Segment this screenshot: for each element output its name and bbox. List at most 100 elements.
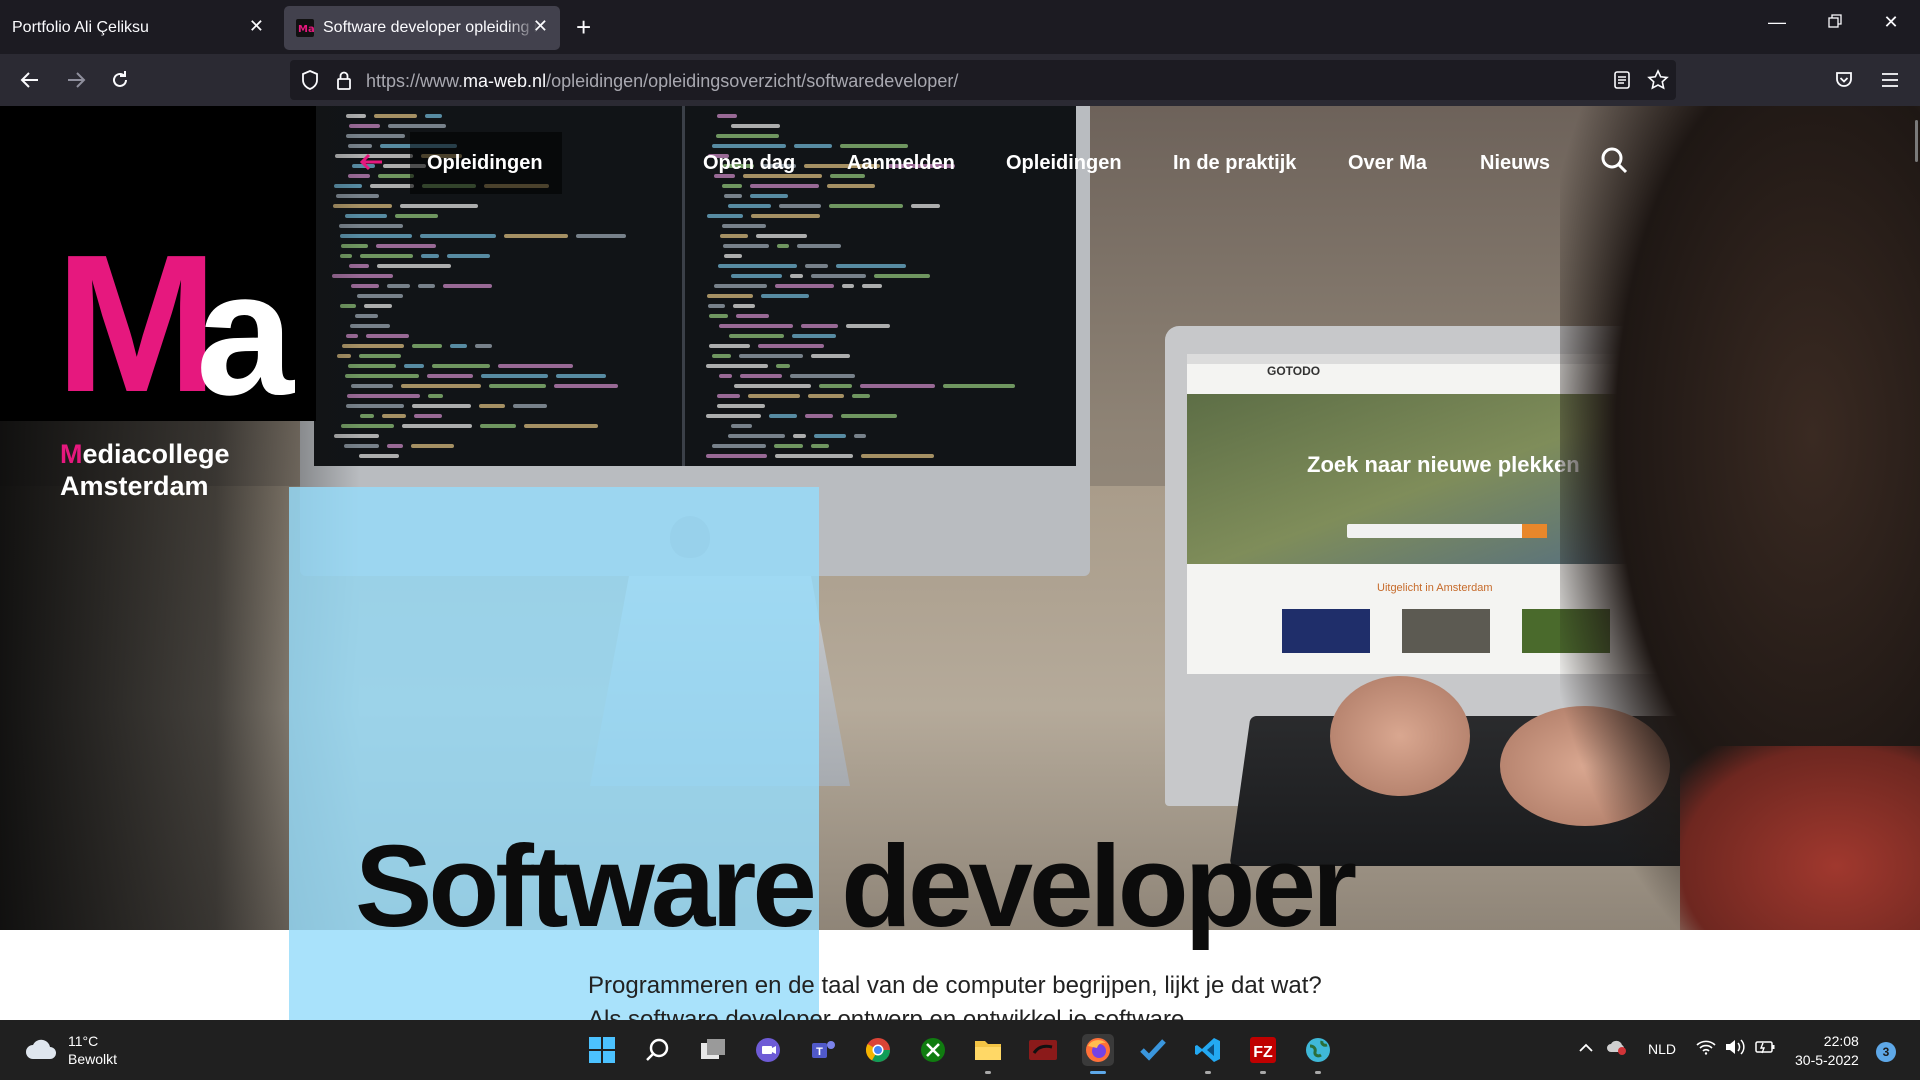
pocket-icon[interactable] [1826, 62, 1862, 98]
code-line [719, 324, 793, 328]
nav-over-ma[interactable]: Over Ma [1348, 152, 1427, 175]
vscode-icon[interactable] [1192, 1034, 1224, 1074]
code-line [556, 374, 606, 378]
code-line [479, 404, 505, 408]
search-icon[interactable] [1600, 146, 1632, 178]
chevron-up-icon[interactable] [1578, 1040, 1594, 1056]
code-line [819, 384, 852, 388]
code-line [811, 444, 829, 448]
code-line [846, 324, 890, 328]
restore-icon[interactable] [1820, 12, 1850, 33]
minimize-icon[interactable]: — [1762, 12, 1792, 33]
code-line [709, 314, 728, 318]
code-line [382, 414, 406, 418]
code-line [714, 284, 767, 288]
nav-opleidingen[interactable]: Opleidingen [1006, 152, 1122, 175]
code-line [829, 204, 903, 208]
page-scrollbar[interactable] [1915, 120, 1918, 162]
nav-back-opleidingen[interactable]: Opleidingen [427, 152, 543, 175]
taskbar: 11°C Bewolkt T FZ NLD 22:08 30-5-2022 3 [0, 1020, 1920, 1080]
site-logo[interactable]: M a [0, 106, 316, 422]
code-line [836, 264, 906, 268]
shield-icon[interactable] [298, 68, 322, 92]
volume-icon[interactable] [1724, 1039, 1746, 1058]
onedrive-icon[interactable] [1606, 1038, 1628, 1059]
nav-open-dag[interactable]: Open dag [703, 152, 795, 175]
globe-app-icon[interactable] [1302, 1034, 1334, 1074]
window-close-icon[interactable]: ✕ [1876, 12, 1906, 33]
code-line [364, 304, 392, 308]
tab-title: Portfolio Ali Çeliksu [12, 19, 149, 36]
back-icon[interactable] [12, 62, 48, 98]
lock-icon[interactable] [332, 68, 356, 92]
code-line [480, 424, 516, 428]
code-line [756, 234, 807, 238]
url-text: https://www.ma-web.nl/opleidingen/opleid… [366, 71, 959, 91]
code-line [360, 254, 413, 258]
code-line [733, 304, 755, 308]
chrome-icon[interactable] [862, 1034, 894, 1066]
tab-software-developer[interactable]: Ma Software developer opleiding n ✕ [284, 6, 560, 50]
tab-portfolio[interactable]: Portfolio Ali Çeliksu ✕ [0, 6, 276, 50]
wifi-icon[interactable] [1696, 1039, 1716, 1058]
meet-icon[interactable] [752, 1034, 784, 1066]
arrow-left-icon[interactable] [358, 148, 384, 179]
clock[interactable]: 22:08 30-5-2022 [1795, 1032, 1859, 1070]
code-line [731, 124, 780, 128]
nav-aanmelden[interactable]: Aanmelden [847, 152, 955, 175]
code-line [387, 284, 410, 288]
reload-icon[interactable] [102, 62, 138, 98]
forward-icon[interactable] [58, 62, 94, 98]
code-line [729, 334, 784, 338]
xbox-icon[interactable] [917, 1034, 949, 1066]
code-line [712, 444, 766, 448]
close-icon[interactable]: ✕ [249, 16, 264, 37]
notification-badge[interactable]: 3 [1876, 1042, 1896, 1062]
code-line [420, 234, 496, 238]
code-line [860, 384, 935, 388]
code-line [360, 414, 374, 418]
teams-icon[interactable]: T [807, 1034, 839, 1066]
close-icon[interactable]: ✕ [533, 16, 548, 37]
file-explorer-icon[interactable] [972, 1034, 1004, 1074]
language-indicator[interactable]: NLD [1648, 1041, 1676, 1057]
code-line [421, 254, 439, 258]
logo-subtitle[interactable]: Mediacollege Amsterdam [60, 438, 230, 502]
filezilla-icon[interactable]: FZ [1247, 1034, 1279, 1074]
url-bar[interactable]: https://www.ma-web.nl/opleidingen/opleid… [290, 60, 1676, 100]
code-line [498, 364, 573, 368]
code-line [840, 144, 908, 148]
code-line [524, 424, 598, 428]
page-title: Software developer [355, 821, 1357, 951]
nav-in-de-praktijk[interactable]: In de praktijk [1173, 152, 1296, 175]
code-line [411, 444, 454, 448]
intro-text: Programmeren en de taal van de computer … [588, 972, 1322, 999]
code-line [428, 394, 443, 398]
code-line [805, 264, 828, 268]
code-line [418, 284, 435, 288]
new-tab-button[interactable]: + [576, 12, 591, 42]
svg-text:FZ: FZ [1253, 1044, 1273, 1061]
reader-view-icon[interactable] [1610, 68, 1634, 92]
menu-icon[interactable] [1872, 62, 1908, 98]
windows-start-icon[interactable] [586, 1034, 618, 1066]
battery-icon[interactable] [1754, 1039, 1776, 1058]
code-line [447, 254, 490, 258]
red-app-icon[interactable] [1027, 1034, 1059, 1066]
code-line [388, 124, 446, 128]
nav-nieuws[interactable]: Nieuws [1480, 152, 1550, 175]
task-view-icon[interactable] [697, 1034, 729, 1066]
firefox-icon[interactable] [1082, 1034, 1114, 1074]
todo-icon[interactable] [1137, 1034, 1169, 1066]
code-line [722, 184, 742, 188]
left-hand [1330, 676, 1470, 796]
weather-widget[interactable]: 11°C Bewolkt [24, 1032, 117, 1068]
svg-text:T: T [816, 1046, 823, 1058]
navigation-bar: https://www.ma-web.nl/opleidingen/opleid… [0, 54, 1920, 106]
bookmark-star-icon[interactable] [1646, 68, 1670, 92]
code-line [724, 194, 742, 198]
search-icon[interactable] [642, 1034, 674, 1066]
code-line [776, 364, 790, 368]
code-line [370, 184, 414, 188]
code-line [750, 184, 819, 188]
